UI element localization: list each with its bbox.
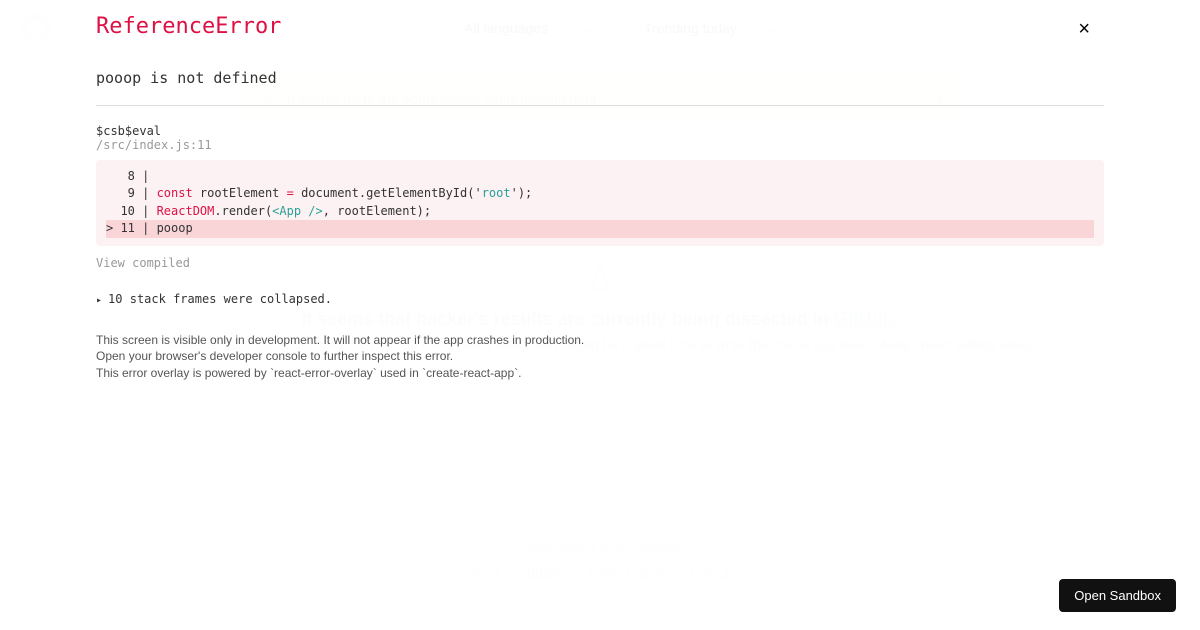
source-path: /src/index.js:11 [96,138,1104,152]
collapsed-frames-toggle[interactable]: 10 stack frames were collapsed. [96,292,1104,306]
open-sandbox-button[interactable]: Open Sandbox [1059,579,1176,612]
source-function: $csb$eval [96,124,1104,138]
dev-footnote: This screen is visible only in developme… [96,332,796,382]
error-title: ReferenceError [96,14,1104,39]
error-message: pooop is not defined [96,69,1104,87]
highlighted-line: > 11 | pooop [106,220,1094,237]
divider [96,105,1104,106]
code-snippet: 8 | 9 | const rootElement = document.get… [96,160,1104,246]
close-icon[interactable]: × [1078,18,1090,41]
view-compiled-link[interactable]: View compiled [96,256,190,270]
error-overlay: × ReferenceError pooop is not defined $c… [0,0,1200,630]
